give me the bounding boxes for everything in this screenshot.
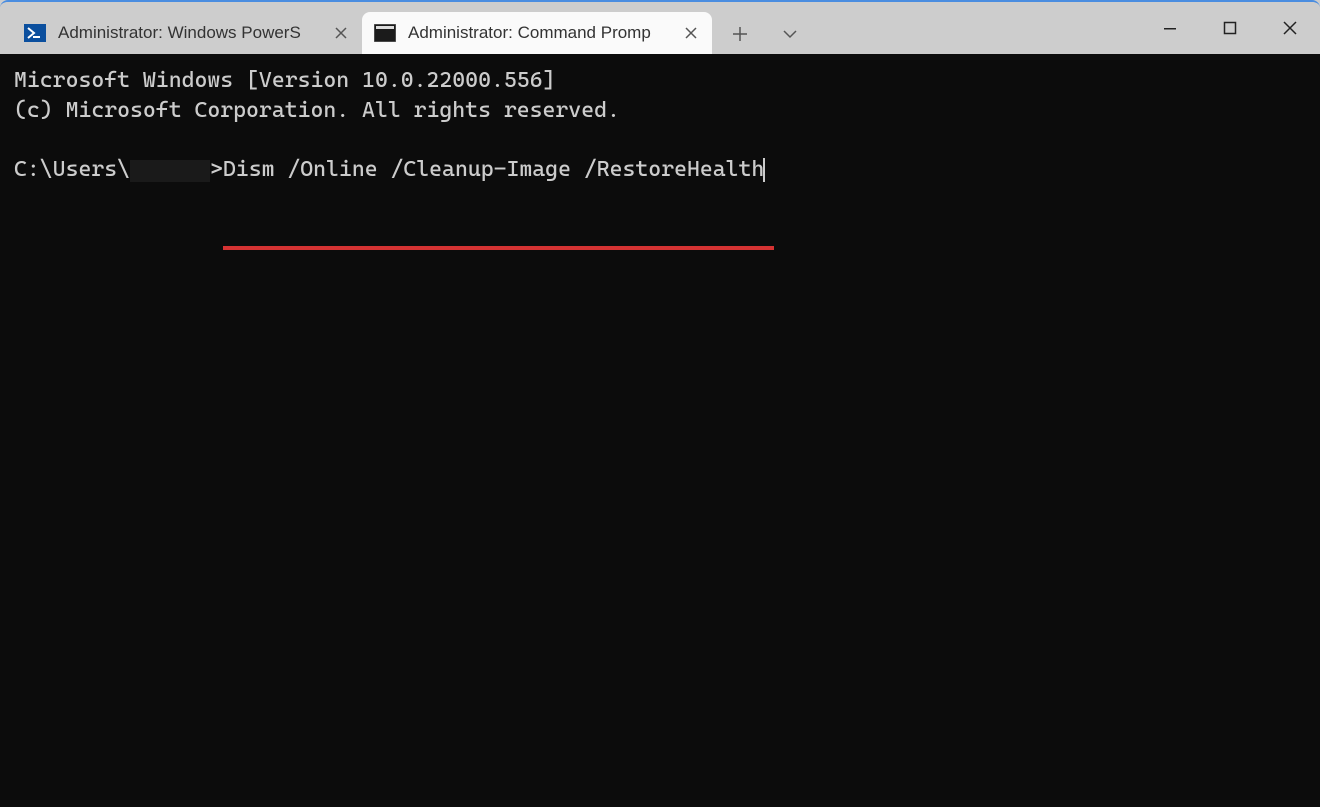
terminal-banner: (c) Microsoft Corporation. All rights re… bbox=[14, 96, 1306, 126]
maximize-button[interactable] bbox=[1200, 8, 1260, 48]
prompt-path-prefix: C:\Users\ bbox=[14, 157, 130, 182]
redacted-username bbox=[130, 160, 210, 182]
titlebar: Administrator: Windows PowerS Administra… bbox=[0, 2, 1320, 54]
terminal-banner: Microsoft Windows [Version 10.0.22000.55… bbox=[14, 66, 1306, 96]
tab-strip: Administrator: Windows PowerS Administra… bbox=[0, 2, 812, 54]
powershell-icon bbox=[24, 24, 46, 42]
tab-close-button[interactable] bbox=[332, 24, 350, 42]
terminal-pane[interactable]: Microsoft Windows [Version 10.0.22000.55… bbox=[0, 54, 1320, 807]
red-underline-annotation bbox=[223, 246, 774, 250]
window-controls bbox=[1140, 2, 1320, 54]
blank-line bbox=[14, 125, 1306, 155]
tab-cmd[interactable]: Administrator: Command Promp bbox=[362, 12, 712, 54]
tab-close-button[interactable] bbox=[682, 24, 700, 42]
terminal-window: Administrator: Windows PowerS Administra… bbox=[0, 0, 1320, 807]
prompt-line: C:\Users\ >Dism /Online /Cleanup-Image /R… bbox=[14, 155, 765, 244]
close-window-button[interactable] bbox=[1260, 8, 1320, 48]
cmd-icon bbox=[374, 24, 396, 42]
typed-command: Dism /Online /Cleanup-Image /RestoreHeal… bbox=[223, 157, 764, 182]
prompt-suffix: > bbox=[210, 157, 223, 182]
new-tab-button[interactable] bbox=[718, 14, 762, 54]
tab-dropdown-button[interactable] bbox=[768, 14, 812, 54]
tab-powershell[interactable]: Administrator: Windows PowerS bbox=[12, 12, 362, 54]
minimize-button[interactable] bbox=[1140, 8, 1200, 48]
text-cursor bbox=[763, 158, 765, 182]
tab-label: Administrator: Windows PowerS bbox=[58, 23, 326, 43]
tab-label: Administrator: Command Promp bbox=[408, 23, 676, 43]
